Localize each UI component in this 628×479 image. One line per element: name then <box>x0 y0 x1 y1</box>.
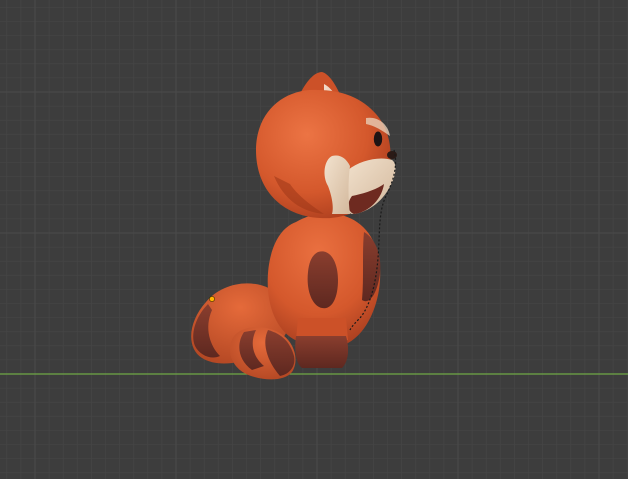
head[interactable] <box>256 72 397 219</box>
foot <box>295 336 349 368</box>
viewport-canvas[interactable] <box>0 0 628 479</box>
legs[interactable] <box>295 318 349 368</box>
red-panda-model[interactable] <box>191 72 397 380</box>
3d-viewport[interactable] <box>0 0 628 479</box>
object-origin-marker[interactable] <box>209 296 215 302</box>
eye <box>373 131 383 147</box>
